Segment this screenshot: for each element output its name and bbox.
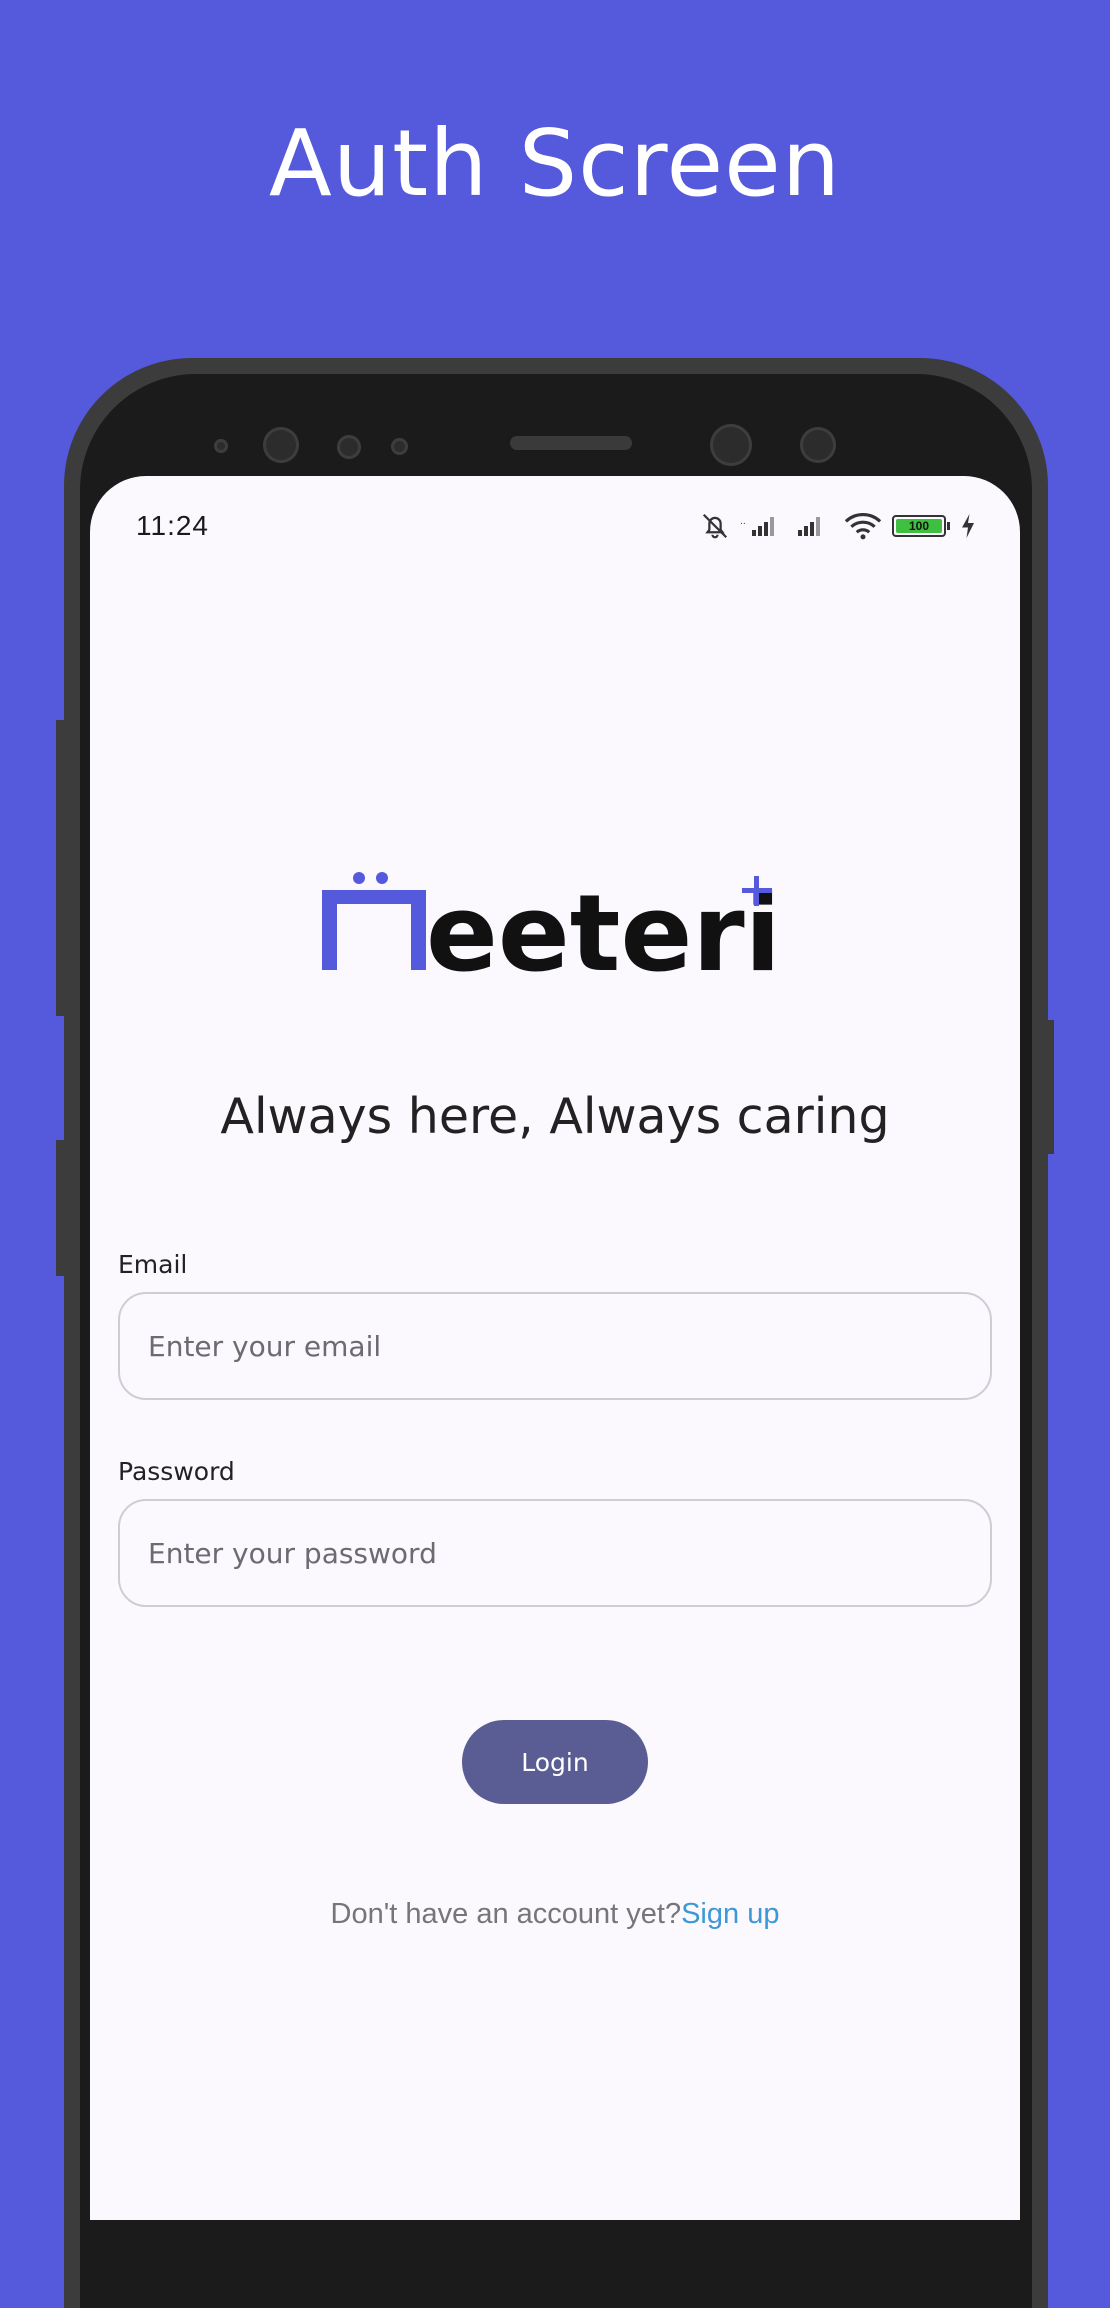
email-label: Email — [118, 1250, 188, 1279]
phone-sensor — [337, 435, 361, 459]
phone-side-button — [56, 1140, 64, 1276]
brand-logo: eeteri — [322, 870, 792, 995]
signal-icon — [798, 517, 820, 536]
status-icons: .. 100 — [700, 508, 976, 544]
tagline: Always here, Always caring — [220, 1088, 890, 1145]
login-button[interactable]: Login — [462, 1720, 648, 1804]
meeteri-logo: eeteri — [322, 872, 781, 995]
status-bar: 11:24 .. 100 — [90, 476, 1020, 576]
signup-link[interactable]: Sign up — [681, 1898, 779, 1930]
email-field[interactable] — [118, 1292, 992, 1400]
app-screen: 11:24 .. 100 eeteri Always here, Always … — [90, 476, 1020, 2220]
status-time: 11:24 — [136, 510, 209, 541]
svg-text:..: .. — [740, 517, 746, 527]
wifi-icon — [844, 512, 882, 540]
signup-prompt: Don't have an account yet? — [330, 1898, 682, 1930]
bell-off-icon — [702, 513, 728, 539]
signup-prompt-line: Don't have an account yet?Sign up — [90, 1898, 1020, 1931]
front-camera — [263, 427, 299, 463]
battery-level: 100 — [908, 519, 930, 533]
phone-side-button — [56, 720, 64, 1016]
charging-icon — [962, 514, 974, 538]
battery-icon: 100 — [892, 515, 950, 537]
svg-text:eeteri: eeteri — [426, 872, 781, 988]
phone-sensor — [391, 438, 408, 455]
phone-sensor — [214, 439, 228, 453]
password-field[interactable] — [118, 1499, 992, 1607]
page-title: Auth Screen — [268, 110, 842, 217]
password-label: Password — [118, 1457, 235, 1486]
phone-sensor — [800, 427, 836, 463]
front-camera — [710, 424, 752, 466]
signal-icon: .. — [740, 517, 774, 536]
earpiece-speaker — [510, 436, 632, 450]
